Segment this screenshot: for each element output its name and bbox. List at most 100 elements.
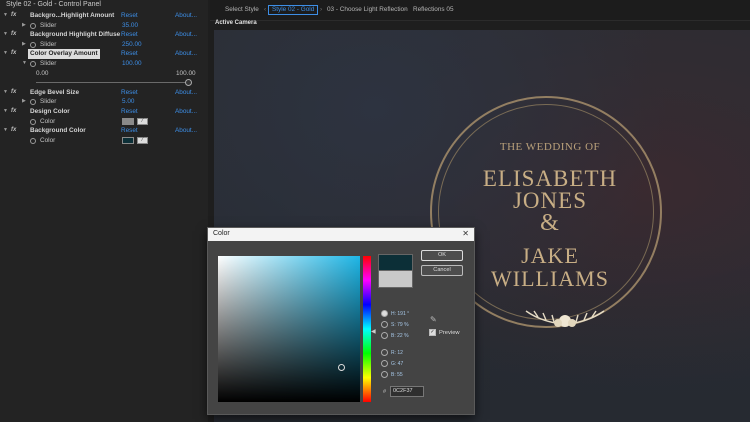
fx-toggle-icon[interactable]: fx [11,49,16,59]
radio-button[interactable] [381,310,388,317]
dialog-body: ◀ OK Cancel H: 191 ° S: 79 % B: 22 % R: … [208,241,474,414]
radio-label: R: 12 [391,349,403,356]
about-link[interactable]: About... [175,11,197,21]
saturation-radio[interactable]: S: 79 % [381,321,409,328]
reset-link[interactable]: Reset [121,11,138,21]
reset-link[interactable]: Reset [121,88,138,98]
eyedropper-icon[interactable]: ⁄ [137,136,148,144]
radio-button[interactable] [381,360,388,367]
collapse-arrow-icon[interactable]: ▼ [3,30,8,40]
reset-link[interactable]: Reset [121,30,138,40]
stopwatch-icon[interactable] [30,99,36,106]
effect-name[interactable]: Design Color [30,107,70,117]
collapse-arrow-icon[interactable]: ▼ [3,88,8,98]
about-link[interactable]: About... [175,126,197,136]
param-value[interactable]: 100.00 [122,59,142,69]
about-link[interactable]: About... [175,30,197,40]
chevron-right-icon: › [404,6,407,13]
eyedropper-icon[interactable]: ⁄ [137,117,148,125]
effect-param-row: ▶ Slider 5.00 [0,97,208,107]
slider-handle[interactable] [185,79,192,87]
close-icon[interactable]: ✕ [462,229,469,238]
fx-toggle-icon[interactable]: fx [11,126,16,136]
effect-name[interactable]: Background Highlight Diffuse [30,30,120,40]
effect-name[interactable]: Background Color [30,126,86,136]
param-value[interactable]: 250.00 [122,40,142,50]
reset-link[interactable]: Reset [121,126,138,136]
param-value[interactable]: 5.00 [122,97,134,107]
stopwatch-icon[interactable] [30,137,36,144]
expand-arrow-icon[interactable]: ▶ [22,40,26,50]
collapse-arrow-icon[interactable]: ▼ [3,107,8,117]
stopwatch-icon[interactable] [30,41,36,48]
stopwatch-icon[interactable] [30,22,36,29]
radio-button[interactable] [381,332,388,339]
effect-row[interactable]: ▼ fx Color Overlay Amount Reset About... [0,49,208,59]
param-value[interactable]: 35.00 [122,21,138,31]
radio-button[interactable] [381,371,388,378]
preview-toggle[interactable]: ✓ Preview [429,329,460,336]
collapse-arrow-icon[interactable]: ▼ [22,59,27,69]
breadcrumb-item[interactable]: Reflections 05 [413,6,454,13]
effect-row[interactable]: ▼ fx Background Color Reset About... [0,126,208,136]
groom-last-name: WILLIAMS [491,266,609,291]
ampersand: & [540,210,560,236]
current-color-swatch[interactable] [378,270,413,288]
about-link[interactable]: About... [175,49,197,59]
wedding-kicker-text: THE WEDDING OF [499,141,601,153]
eyedropper-icon[interactable]: ✎ [430,315,437,324]
fx-toggle-icon[interactable]: fx [11,30,16,40]
stopwatch-icon[interactable] [30,118,36,125]
effect-param-row: ▶ Slider 35.00 [0,21,208,31]
effect-row[interactable]: ▼ fx Edge Bevel Size Reset About... [0,88,208,98]
hue-slider[interactable] [363,256,371,402]
effect-row[interactable]: ▼ fx Backgro...Highlight Amount Reset Ab… [0,11,208,21]
effect-name-selected[interactable]: Color Overlay Amount [28,49,100,59]
breadcrumb-item[interactable]: 03 - Choose Light Reflection [327,6,408,13]
effects-list: ▼ fx Backgro...Highlight Amount Reset Ab… [0,11,208,145]
radio-button[interactable] [381,321,388,328]
breadcrumb-item-current[interactable]: Style 02 - Gold [268,5,319,15]
effect-row[interactable]: ▼ fx Design Color Reset About... [0,107,208,117]
color-picker-cursor[interactable] [338,364,345,371]
hue-radio[interactable]: H: 191 ° [381,310,409,317]
green-radio[interactable]: G: 47 [381,360,403,367]
slider-track-row [0,78,208,88]
effect-param-row: Color ⁄ [0,117,208,127]
param-label: Slider [40,98,57,106]
radio-button[interactable] [381,349,388,356]
color-swatch[interactable] [122,117,134,125]
active-camera-label: Active Camera [215,20,257,26]
checkbox[interactable]: ✓ [429,329,436,336]
breadcrumb-item[interactable]: Select Style [225,6,259,13]
fx-toggle-icon[interactable]: fx [11,107,16,117]
about-link[interactable]: About... [175,88,197,98]
expand-arrow-icon[interactable]: ▶ [22,21,26,31]
panel-title: Style 02 - Gold - Control Panel [6,1,101,8]
hue-slider-handle-icon[interactable]: ◀ [371,328,376,335]
about-link[interactable]: About... [175,107,197,117]
reset-link[interactable]: Reset [121,107,138,117]
effect-name[interactable]: Backgro...Highlight Amount [30,11,114,21]
ok-button[interactable]: OK [421,250,463,261]
fx-toggle-icon[interactable]: fx [11,88,16,98]
red-radio[interactable]: R: 12 [381,349,403,356]
blue-radio[interactable]: B: 55 [381,371,403,378]
color-swatch[interactable] [122,136,134,144]
slider-track[interactable] [36,82,188,84]
collapse-arrow-icon[interactable]: ▼ [3,49,8,59]
composition-flowchart-bar: Select Style ‹ Style 02 - Gold › 03 - Ch… [210,0,750,21]
collapse-arrow-icon[interactable]: ▼ [3,11,8,21]
collapse-arrow-icon[interactable]: ▼ [3,126,8,136]
effect-row[interactable]: ▼ fx Background Highlight Diffuse Reset … [0,30,208,40]
effect-name[interactable]: Edge Bevel Size [30,88,79,98]
saturation-brightness-field[interactable] [218,256,360,402]
reset-link[interactable]: Reset [121,49,138,59]
hex-color-input[interactable]: 0C2F37 [390,386,424,397]
stopwatch-icon[interactable] [30,60,36,67]
dialog-titlebar[interactable]: Color ✕ [208,228,474,241]
cancel-button[interactable]: Cancel [421,265,463,276]
fx-toggle-icon[interactable]: fx [11,11,16,21]
brightness-radio[interactable]: B: 22 % [381,332,409,339]
expand-arrow-icon[interactable]: ▶ [22,97,26,107]
